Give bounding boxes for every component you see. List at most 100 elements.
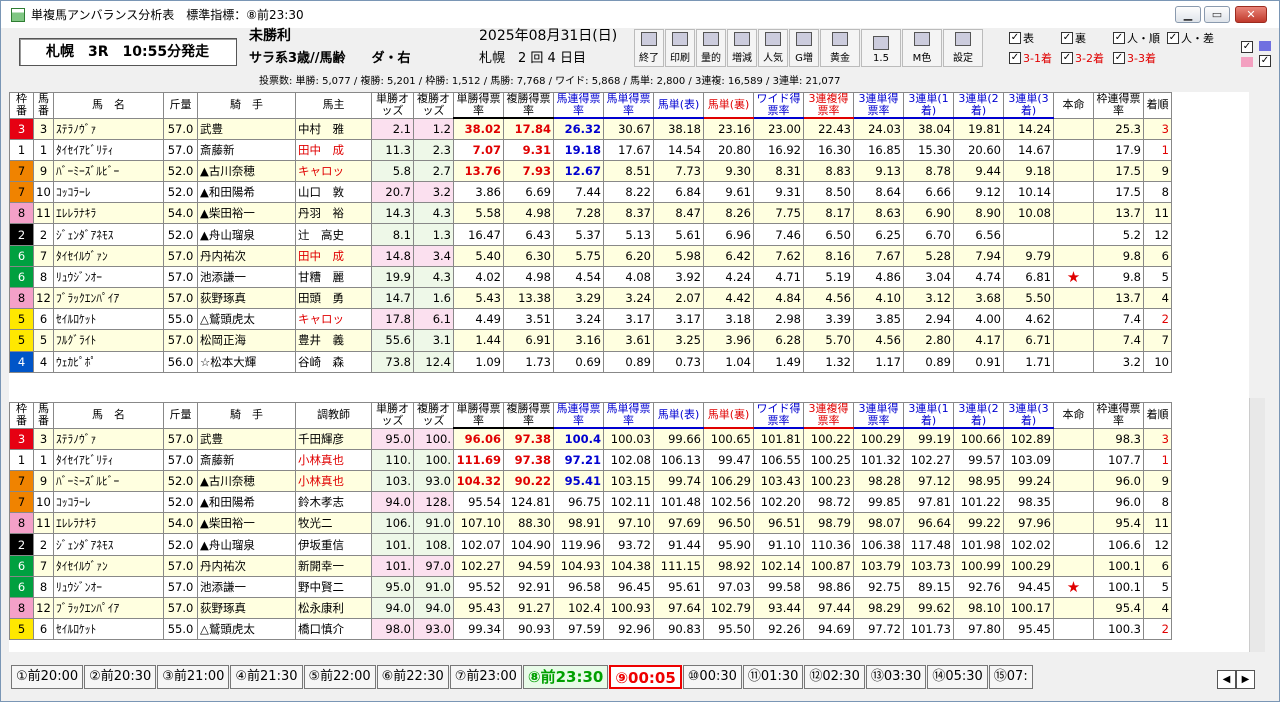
top-row[interactable]: 4 4 ｳｪｶﾋﾟﾎﾟ 56.0 ☆松本大輝 谷崎 森 73.8 12.4 1.09 1.73 0.… (9, 350, 1172, 373)
top-col-header[interactable]: 3連単得票率 (853, 92, 904, 119)
bottom-col-header[interactable]: 3連複得票率 (803, 402, 854, 429)
top-col-header[interactable]: 3連単(2着) (953, 92, 1004, 119)
toolbar-button-4[interactable]: 人気 (758, 29, 788, 67)
bottom-col-header[interactable]: ワイド得票率 (753, 402, 804, 429)
time-tab-4[interactable]: ④前21:30 (230, 665, 303, 689)
bottom-row[interactable]: 2 2 ｼﾞｪﾝﾀﾞｱﾈﾓｽ 52.0 ▲舟山瑠泉 伊坂重信 101. 108. 102.07 1… (9, 533, 1172, 556)
top-col-header[interactable]: 単勝得票率 (453, 92, 504, 119)
option-check-3[interactable]: ✓ 人・差 (1167, 30, 1214, 46)
top-col-header[interactable]: ワイド得票率 (753, 92, 804, 119)
checkbox[interactable]: ✓ (1009, 32, 1021, 44)
tab-scroll-right-button[interactable]: ▶ (1236, 670, 1255, 689)
checkbox[interactable]: ✓ (1009, 52, 1021, 64)
top-col-header[interactable]: 複勝オッズ (413, 92, 454, 119)
top-row[interactable]: 3 3 ｽﾃﾗﾉｳﾞｧ 57.0 武豊 中村 雅 2.1 1.2 38.02 17.84 26.32… (9, 117, 1172, 140)
toolbar-button-7[interactable]: 1.5 (861, 29, 901, 67)
close-button[interactable]: ✕ (1235, 6, 1267, 23)
bottom-col-header[interactable]: 3連単(3着) (1003, 402, 1054, 429)
bottom-col-header[interactable]: 馬連得票率 (553, 402, 604, 429)
tab-scroll-left-button[interactable]: ◀ (1217, 670, 1236, 689)
top-row[interactable]: 1 1 ﾀｲｾｲｱﾋﾞﾘﾃｨ 57.0 斎藤新 田中 成 11.3 2.3 7.07 9.31 19… (9, 138, 1172, 161)
option-check-2[interactable]: ✓ 人・順 (1113, 30, 1160, 46)
bottom-col-header[interactable]: 馬単(表) (653, 402, 704, 429)
toolbar-button-2[interactable]: 量的 (696, 29, 726, 67)
top-col-header[interactable]: 3連単(3着) (1003, 92, 1054, 119)
checkbox[interactable]: ✓ (1061, 52, 1073, 64)
top-row[interactable]: 5 6 ｾｲﾙﾛｹｯﾄ 55.0 △鷲頭虎太 キャロッ 17.8 6.1 4.49 3.51 3.2… (9, 308, 1172, 331)
toolbar-button-6[interactable]: 黄金 (820, 29, 860, 67)
time-tab-11[interactable]: ⑪01:30 (742, 665, 804, 689)
bottom-col-header[interactable]: 単勝オッズ (371, 402, 414, 429)
top-col-header[interactable]: 馬連得票率 (553, 92, 604, 119)
time-tab-7[interactable]: ⑦前23:00 (449, 665, 522, 689)
bottom-row[interactable]: 3 3 ｽﾃﾗﾉｳﾞｧ 57.0 武豊 千田輝彦 95.0 100. 96.06 97.38 100… (9, 427, 1172, 450)
maximize-button[interactable]: ▭ (1204, 6, 1230, 23)
time-tab-1[interactable]: ①前20:00 (11, 665, 84, 689)
bottom-col-header[interactable]: 斤量 (163, 402, 198, 429)
checkbox[interactable]: ✓ (1113, 32, 1125, 44)
bottom-col-header[interactable]: 枠連得票率 (1093, 402, 1144, 429)
bottom-row[interactable]: 5 6 ｾｲﾙﾛｹｯﾄ 55.0 △鷲頭虎太 橋口慎介 98.0 93.0 99.34 90.93… (9, 618, 1172, 641)
top-row[interactable]: 7 10 ｺｯｺﾗｰﾚ 52.0 ▲和田陽希 山口 敦 20.7 3.2 3.86 6.69 7.4… (9, 181, 1172, 204)
top-col-header[interactable]: 馬 名 (53, 92, 164, 119)
option-check-5[interactable]: ✓ 3-2着 (1061, 50, 1104, 66)
top-col-header[interactable]: 複勝得票率 (503, 92, 554, 119)
time-tab-12[interactable]: ⑫02:30 (804, 665, 865, 689)
top-col-header[interactable]: 馬単(表) (653, 92, 704, 119)
top-row[interactable]: 8 11 ｴﾚﾚﾗﾅｷﾗ 54.0 ▲柴田裕一 丹羽 裕 14.3 4.3 5.58 4.98 7.… (9, 202, 1172, 225)
time-tab-5[interactable]: ⑤前22:00 (303, 665, 376, 689)
time-tab-3[interactable]: ③前21:00 (157, 665, 230, 689)
option-check-1[interactable]: ✓ 裏 (1061, 30, 1086, 46)
top-col-header[interactable]: 3連複得票率 (803, 92, 854, 119)
top-col-header[interactable]: 枠連得票率 (1093, 92, 1144, 119)
bottom-col-header[interactable]: 3連単(1着) (903, 402, 954, 429)
bottom-col-header[interactable]: 馬番 (33, 402, 54, 429)
bottom-row[interactable]: 6 7 ﾀｲｾｲﾙｳﾞｧﾝ 57.0 丹内祐次 新開幸一 101. 97.0 102.27 94.… (9, 554, 1172, 577)
time-tab-15[interactable]: ⑮07: (988, 665, 1033, 689)
toolbar-button-3[interactable]: 増減 (727, 29, 757, 67)
bottom-col-header[interactable]: 3連単得票率 (853, 402, 904, 429)
bottom-row[interactable]: 6 8 ﾘｭｳｼﾞﾝｵｰ 57.0 池添謙一 野中賢二 95.0 91.0 95.52 92.91… (9, 575, 1172, 599)
bottom-col-header[interactable]: 着順 (1143, 402, 1172, 429)
minimize-button[interactable]: ▁ (1175, 6, 1201, 23)
vertical-scrollbar[interactable] (1249, 398, 1265, 652)
bottom-col-header[interactable]: 枠番 (9, 402, 34, 429)
toolbar-button-0[interactable]: 終了 (634, 29, 664, 67)
option-check-4[interactable]: ✓ 3-1着 (1009, 50, 1052, 66)
bottom-row[interactable]: 8 12 ﾌﾞﾗｯｸｴﾝﾊﾟｲｱ 57.0 荻野琢真 松永康利 94.0 94.0 95.43 9… (9, 596, 1172, 620)
bottom-row[interactable]: 1 1 ﾀｲｾｲｱﾋﾞﾘﾃｨ 57.0 斎藤新 小林真也 110. 100. 111.69 97.… (9, 448, 1172, 471)
top-col-header[interactable]: 馬単得票率 (603, 92, 654, 119)
top-row[interactable]: 6 7 ﾀｲｾｲﾙｳﾞｧﾝ 57.0 丹内祐次 田中 成 14.8 3.4 5.40 6.30 5.… (9, 244, 1172, 267)
option-check-6[interactable]: ✓ 3-3着 (1113, 50, 1156, 66)
toolbar-button-5[interactable]: G増 (789, 29, 819, 67)
time-tab-8[interactable]: ⑧前23:30 (522, 665, 609, 689)
toolbar-button-9[interactable]: 設定 (943, 29, 983, 67)
top-col-header[interactable]: 単勝オッズ (371, 92, 414, 119)
bottom-col-header[interactable]: 本命 (1053, 402, 1094, 429)
top-row[interactable]: 5 5 ﾌﾙｸﾞﾗｲﾄ 57.0 松岡正海 豊井 義 55.6 3.1 1.44 6.91 3.16… (9, 329, 1172, 352)
bottom-col-header[interactable]: 複勝オッズ (413, 402, 454, 429)
top-row[interactable]: 8 12 ﾌﾞﾗｯｸｴﾝﾊﾟｲｱ 57.0 荻野琢真 田頭 勇 14.7 1.6 5.43 13.… (9, 286, 1172, 310)
bottom-col-header[interactable]: 単勝得票率 (453, 402, 504, 429)
bottom-col-header[interactable]: 3連単(2着) (953, 402, 1004, 429)
bottom-row[interactable]: 7 10 ｺｯｺﾗｰﾚ 52.0 ▲和田陽希 鈴木孝志 94.0 128. 95.54 124.8… (9, 491, 1172, 514)
top-col-header[interactable]: 騎 手 (197, 92, 296, 119)
top-col-header[interactable]: 本命 (1053, 92, 1094, 119)
top-col-header[interactable]: 馬主 (295, 92, 372, 119)
toolbar-button-8[interactable]: M色 (902, 29, 942, 67)
top-col-header[interactable]: 斤量 (163, 92, 198, 119)
option-check-0[interactable]: ✓ 表 (1009, 30, 1034, 46)
checkbox[interactable]: ✓ (1113, 52, 1125, 64)
top-col-header[interactable]: 枠番 (9, 92, 34, 119)
top-col-header[interactable]: 馬単(裏) (703, 92, 754, 119)
top-col-header[interactable]: 馬番 (33, 92, 54, 119)
top-row[interactable]: 7 9 ﾊﾞｰﾐｰｽﾞﾙﾋﾞｰ 52.0 ▲古川奈穂 キャロッ 5.8 2.7 13.76 7.9… (9, 159, 1172, 183)
time-tab-6[interactable]: ⑥前22:30 (376, 665, 449, 689)
bottom-col-header[interactable]: 馬単(裏) (703, 402, 754, 429)
time-tab-10[interactable]: ⑩00:30 (682, 665, 742, 689)
bottom-col-header[interactable]: 複勝得票率 (503, 402, 554, 429)
checkbox[interactable]: ✓ (1061, 32, 1073, 44)
bottom-row[interactable]: 7 9 ﾊﾞｰﾐｰｽﾞﾙﾋﾞｰ 52.0 ▲古川奈穂 小林真也 103. 93.0 104.32… (9, 469, 1172, 493)
top-row[interactable]: 6 8 ﾘｭｳｼﾞﾝｵｰ 57.0 池添謙一 甘糟 麗 19.9 4.3 4.02 4.98 4.5… (9, 265, 1172, 289)
mini-check-1[interactable]: ✓ (1241, 41, 1253, 53)
